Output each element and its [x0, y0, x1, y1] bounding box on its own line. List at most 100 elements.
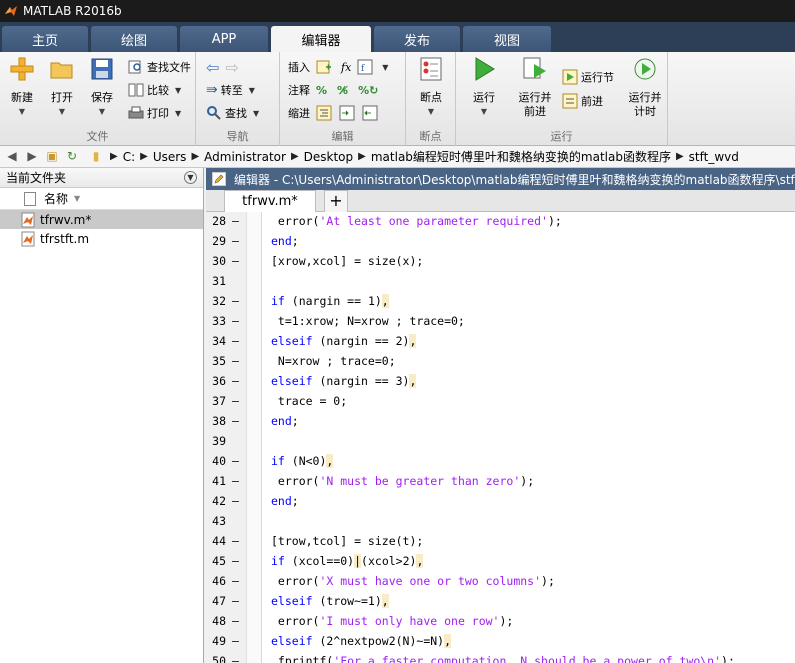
tab-home[interactable]: 主页: [2, 26, 88, 52]
browse-folder-icon[interactable]: ↻: [64, 149, 80, 165]
breadcrumb-item[interactable]: Users: [153, 150, 187, 164]
executable-line-marker[interactable]: –: [232, 371, 239, 391]
insert-button[interactable]: 插入 fx f ▼: [288, 58, 388, 76]
up-folder-icon[interactable]: ▣: [44, 149, 60, 165]
code-line[interactable]: 44– [trow,tcol] = size(t);: [206, 531, 795, 551]
executable-line-marker[interactable]: –: [232, 651, 239, 663]
line-number[interactable]: 47: [206, 591, 226, 611]
executable-line-marker[interactable]: –: [232, 611, 239, 631]
find-button[interactable]: 查找 ▼: [206, 104, 259, 122]
line-number[interactable]: 48: [206, 611, 226, 631]
fx-icon[interactable]: fx: [341, 61, 351, 74]
code-line[interactable]: 43: [206, 511, 795, 531]
back-forward-buttons[interactable]: ⇦ ⇨: [206, 58, 239, 77]
code-line[interactable]: 48– error('I must only have one row');: [206, 611, 795, 631]
file-row[interactable]: tfrwv.m*: [0, 210, 203, 229]
breadcrumb-item[interactable]: Desktop: [304, 150, 354, 164]
print-button[interactable]: 打印 ▼: [128, 104, 181, 122]
line-number[interactable]: 42: [206, 491, 226, 511]
line-number[interactable]: 32: [206, 291, 226, 311]
code-line[interactable]: 39: [206, 431, 795, 451]
executable-line-marker[interactable]: –: [232, 531, 239, 551]
increase-indent-icon[interactable]: [339, 105, 355, 121]
back-arrow-icon[interactable]: ◀: [4, 149, 20, 165]
code-line[interactable]: 30– [xrow,xcol] = size(x);: [206, 251, 795, 271]
run-and-advance-button[interactable]: 运行并 前进: [514, 56, 556, 119]
line-number[interactable]: 43: [206, 511, 226, 531]
code-line[interactable]: 29– end;: [206, 231, 795, 251]
breadcrumb-item[interactable]: Administrator: [204, 150, 286, 164]
line-number[interactable]: 30: [206, 251, 226, 271]
panel-actions-icon[interactable]: ▼: [184, 171, 197, 184]
line-number[interactable]: 38: [206, 411, 226, 431]
code-line[interactable]: 41– error('N must be greater than zero')…: [206, 471, 795, 491]
line-number[interactable]: 40: [206, 451, 226, 471]
executable-line-marker[interactable]: –: [232, 551, 239, 571]
forward-arrow-icon[interactable]: ⇨: [225, 58, 238, 77]
percent-comment-icon[interactable]: %: [316, 84, 327, 97]
run-button[interactable]: 运行 ▼: [464, 56, 504, 116]
find-files-button[interactable]: 查找文件: [128, 58, 191, 76]
run-and-time-button[interactable]: 运行并 计时: [624, 56, 666, 119]
executable-line-marker[interactable]: –: [232, 391, 239, 411]
line-number[interactable]: 39: [206, 431, 226, 451]
file-row[interactable]: tfrstft.m: [0, 229, 203, 248]
code-line[interactable]: 49– elseif (2^nextpow2(N)~=N),: [206, 631, 795, 651]
tab-apps[interactable]: APP: [180, 26, 268, 52]
executable-line-marker[interactable]: –: [232, 231, 239, 251]
new-tab-button[interactable]: +: [324, 190, 348, 212]
code-line[interactable]: 45– if (xcol==0)|(xcol>2),: [206, 551, 795, 571]
line-number[interactable]: 50: [206, 651, 226, 663]
executable-line-marker[interactable]: –: [232, 471, 239, 491]
code-area[interactable]: 28– error('At least one parameter requir…: [206, 212, 795, 663]
executable-line-marker[interactable]: –: [232, 571, 239, 591]
line-number[interactable]: 33: [206, 311, 226, 331]
code-line[interactable]: 42– end;: [206, 491, 795, 511]
code-line[interactable]: 37– trace = 0;: [206, 391, 795, 411]
code-line[interactable]: 34– elseif (nargin == 2),: [206, 331, 795, 351]
executable-line-marker[interactable]: –: [232, 212, 239, 231]
code-line[interactable]: 40– if (N<0),: [206, 451, 795, 471]
compare-button[interactable]: 比较 ▼: [128, 81, 181, 99]
breakpoints-button[interactable]: 断点 ▼: [411, 56, 451, 116]
line-number[interactable]: 49: [206, 631, 226, 651]
run-section-button[interactable]: 运行节: [562, 68, 614, 86]
code-line[interactable]: 50– fprintf('For a faster computation, N…: [206, 651, 795, 663]
executable-line-marker[interactable]: –: [232, 291, 239, 311]
breadcrumb-item[interactable]: matlab编程短时傅里叶和魏格纳变换的matlab函数程序: [371, 148, 671, 165]
comment-button[interactable]: 注释 % %̸ %↻: [288, 81, 378, 99]
tab-plots[interactable]: 绘图: [91, 26, 177, 52]
executable-line-marker[interactable]: –: [232, 491, 239, 511]
executable-line-marker[interactable]: –: [232, 631, 239, 651]
open-button[interactable]: 打开 ▼: [42, 56, 82, 116]
executable-line-marker[interactable]: –: [232, 351, 239, 371]
executable-line-marker[interactable]: –: [232, 451, 239, 471]
executable-line-marker[interactable]: –: [232, 411, 239, 431]
code-line[interactable]: 31: [206, 271, 795, 291]
tab-view[interactable]: 视图: [463, 26, 551, 52]
line-number[interactable]: 35: [206, 351, 226, 371]
code-line[interactable]: 35– N=xrow ; trace=0;: [206, 351, 795, 371]
save-button[interactable]: 保存 ▼: [82, 56, 122, 116]
executable-line-marker[interactable]: –: [232, 591, 239, 611]
function-icon[interactable]: f: [357, 59, 373, 75]
forward-arrow-icon[interactable]: ▶: [24, 149, 40, 165]
line-number[interactable]: 28: [206, 212, 226, 231]
line-number[interactable]: 29: [206, 231, 226, 251]
advance-button[interactable]: 前进: [562, 92, 603, 110]
line-number[interactable]: 45: [206, 551, 226, 571]
breadcrumb-item[interactable]: C:: [123, 150, 135, 164]
code-line[interactable]: 33– t=1:xrow; N=xrow ; trace=0;: [206, 311, 795, 331]
code-line[interactable]: 46– error('X must have one or two column…: [206, 571, 795, 591]
line-number[interactable]: 41: [206, 471, 226, 491]
line-number[interactable]: 44: [206, 531, 226, 551]
new-button[interactable]: 新建 ▼: [2, 56, 42, 116]
executable-line-marker[interactable]: –: [232, 251, 239, 271]
line-number[interactable]: 34: [206, 331, 226, 351]
line-number[interactable]: 31: [206, 271, 226, 291]
chevron-down-icon[interactable]: ▼: [382, 63, 388, 72]
smart-indent-icon[interactable]: [316, 105, 332, 121]
decrease-indent-icon[interactable]: [362, 105, 378, 121]
code-line[interactable]: 32– if (nargin == 1),: [206, 291, 795, 311]
wrap-comment-icon[interactable]: %↻: [358, 84, 378, 97]
